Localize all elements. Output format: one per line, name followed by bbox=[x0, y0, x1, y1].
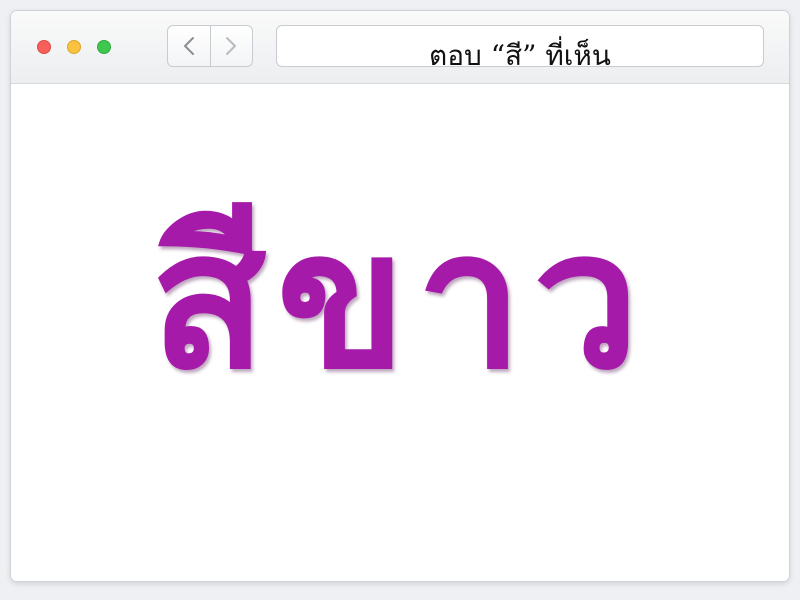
browser-window: ตอบ “สี” ที่เห็น สีขาว bbox=[10, 10, 790, 582]
browser-toolbar: ตอบ “สี” ที่เห็น bbox=[11, 11, 789, 84]
minimize-window-button[interactable] bbox=[67, 40, 81, 54]
close-window-button[interactable] bbox=[37, 40, 51, 54]
color-word: สีขาว bbox=[150, 190, 650, 411]
maximize-window-button[interactable] bbox=[97, 40, 111, 54]
page-content: สีขาว bbox=[11, 84, 789, 581]
address-text: ตอบ “สี” ที่เห็น bbox=[429, 39, 611, 72]
chevron-left-icon bbox=[183, 37, 194, 55]
forward-button[interactable] bbox=[209, 26, 253, 66]
chevron-right-icon bbox=[226, 37, 237, 55]
address-bar[interactable]: ตอบ “สี” ที่เห็น bbox=[276, 25, 764, 72]
back-button[interactable] bbox=[168, 26, 210, 66]
navigation-buttons bbox=[167, 25, 253, 67]
